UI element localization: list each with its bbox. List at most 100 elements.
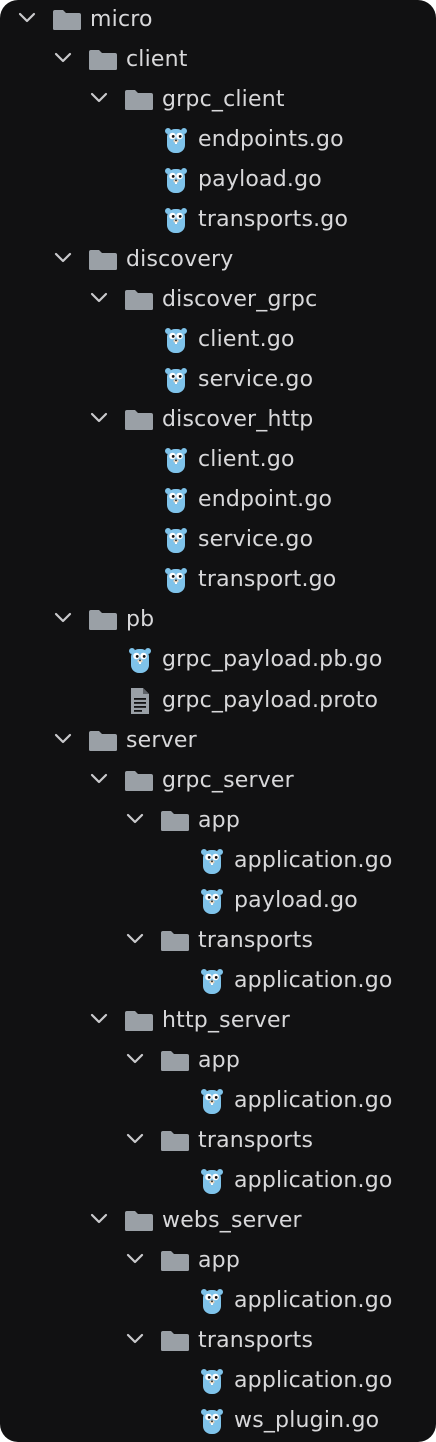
tree-file-row[interactable]: application.go — [0, 961, 436, 1001]
chevron-down-icon[interactable] — [90, 91, 108, 105]
tree-folder-row[interactable]: grpc_client — [0, 80, 436, 120]
tree-file-row[interactable]: payload.go — [0, 160, 436, 200]
tree-file-label: application.go — [234, 1287, 393, 1313]
tree-folder-label: http_server — [162, 1007, 291, 1033]
tree-file-label: grpc_payload.proto — [162, 687, 379, 713]
folder-icon — [160, 1330, 190, 1352]
tree-file-row[interactable]: ws_plugin.go — [0, 1401, 436, 1441]
tree-folder-label: server — [126, 727, 197, 753]
go-gopher-icon — [200, 847, 224, 875]
tree-file-row[interactable]: service.go — [0, 520, 436, 560]
tree-file-row[interactable]: application.go — [0, 1081, 436, 1121]
chevron-down-icon[interactable] — [54, 251, 72, 265]
tree-folder-row[interactable]: grpc_server — [0, 761, 436, 801]
tree-file-row[interactable]: transports.go — [0, 200, 436, 240]
tree-folder-label: transports — [198, 1127, 314, 1153]
tree-file-label: transport.go — [198, 567, 337, 593]
tree-file-row[interactable]: application.go — [0, 841, 436, 881]
tree-file-label: grpc_payload.pb.go — [162, 647, 383, 673]
tree-folder-row[interactable]: app — [0, 1041, 436, 1081]
chevron-down-icon[interactable] — [90, 411, 108, 425]
go-gopher-icon — [128, 646, 152, 674]
tree-file-row[interactable]: client.go — [0, 320, 436, 360]
tree-file-label: application.go — [234, 1167, 393, 1193]
tree-folder-label: app — [198, 807, 241, 833]
tree-folder-label: discover_grpc — [162, 287, 318, 313]
tree-folder-row[interactable]: client — [0, 40, 436, 80]
tree-folder-label: discover_http — [162, 407, 314, 433]
tree-file-row[interactable]: grpc_payload.pb.go — [0, 640, 436, 680]
go-gopher-icon — [200, 1407, 224, 1435]
chevron-down-icon[interactable] — [90, 1012, 108, 1026]
chevron-down-icon[interactable] — [126, 1132, 144, 1146]
chevron-down-icon[interactable] — [54, 51, 72, 65]
go-gopher-icon — [164, 446, 188, 474]
tree-folder-row[interactable]: micro — [0, 0, 436, 40]
tree-file-row[interactable]: endpoints.go — [0, 120, 436, 160]
go-gopher-icon — [200, 1367, 224, 1395]
tree-folder-row[interactable]: app — [0, 1241, 436, 1281]
file-tree-panel: micro client grpc_client endpoints.go payloa… — [0, 0, 436, 1442]
folder-icon — [88, 249, 118, 271]
folder-icon — [160, 1250, 190, 1272]
tree-file-label: ws_plugin.go — [234, 1408, 380, 1434]
tree-file-row[interactable]: application.go — [0, 1361, 436, 1401]
folder-icon — [124, 89, 154, 111]
chevron-down-icon[interactable] — [54, 611, 72, 625]
folder-icon — [52, 9, 82, 31]
tree-folder-row[interactable]: transports — [0, 1121, 436, 1161]
tree-file-label: service.go — [198, 367, 314, 393]
tree-folder-label: app — [198, 1047, 241, 1073]
tree-file-label: service.go — [198, 527, 314, 553]
folder-icon — [124, 1210, 154, 1232]
tree-file-row[interactable]: payload.go — [0, 881, 436, 921]
go-gopher-icon — [164, 206, 188, 234]
folder-icon — [160, 930, 190, 952]
tree-folder-label: client — [126, 47, 188, 73]
tree-folder-row[interactable]: app — [0, 801, 436, 841]
go-gopher-icon — [200, 1287, 224, 1315]
folder-icon — [124, 1010, 154, 1032]
tree-folder-row[interactable]: transports — [0, 1321, 436, 1361]
tree-folder-label: transports — [198, 927, 314, 953]
tree-file-row[interactable]: application.go — [0, 1161, 436, 1201]
chevron-down-icon[interactable] — [126, 932, 144, 946]
tree-file-row[interactable]: grpc_payload.proto — [0, 681, 436, 721]
folder-icon — [160, 1130, 190, 1152]
tree-file-row[interactable]: transport.go — [0, 560, 436, 600]
go-gopher-icon — [200, 1167, 224, 1195]
tree-folder-row[interactable]: discover_http — [0, 400, 436, 440]
tree-file-label: payload.go — [234, 887, 358, 913]
go-gopher-icon — [200, 887, 224, 915]
tree-file-row[interactable]: application.go — [0, 1281, 436, 1321]
tree-file-label: endpoints.go — [198, 127, 344, 153]
tree-file-label: transports.go — [198, 207, 349, 233]
tree-folder-row[interactable]: webs_server — [0, 1201, 436, 1241]
go-gopher-icon — [200, 967, 224, 995]
tree-folder-row[interactable]: http_server — [0, 1001, 436, 1041]
folder-icon — [124, 289, 154, 311]
chevron-down-icon[interactable] — [90, 1212, 108, 1226]
tree-file-row[interactable]: client.go — [0, 440, 436, 480]
chevron-down-icon[interactable] — [18, 11, 36, 25]
tree-folder-row[interactable]: transports — [0, 921, 436, 961]
chevron-down-icon[interactable] — [126, 1332, 144, 1346]
chevron-down-icon[interactable] — [90, 772, 108, 786]
tree-folder-row[interactable]: discover_grpc — [0, 280, 436, 320]
tree-folder-row[interactable]: server — [0, 721, 436, 761]
chevron-down-icon[interactable] — [126, 1052, 144, 1066]
tree-folder-row[interactable]: discovery — [0, 240, 436, 280]
chevron-down-icon[interactable] — [126, 812, 144, 826]
tree-file-row[interactable]: service.go — [0, 360, 436, 400]
tree-folder-label: webs_server — [162, 1207, 302, 1233]
go-gopher-icon — [164, 326, 188, 354]
go-gopher-icon — [164, 566, 188, 594]
chevron-down-icon[interactable] — [54, 732, 72, 746]
chevron-down-icon[interactable] — [90, 291, 108, 305]
tree-folder-label: grpc_client — [162, 87, 285, 113]
chevron-down-icon[interactable] — [126, 1252, 144, 1266]
tree-file-row[interactable]: endpoint.go — [0, 480, 436, 520]
tree-folder-row[interactable]: pb — [0, 600, 436, 640]
tree-folder-label: transports — [198, 1327, 314, 1353]
tree-folder-label: pb — [126, 607, 155, 633]
